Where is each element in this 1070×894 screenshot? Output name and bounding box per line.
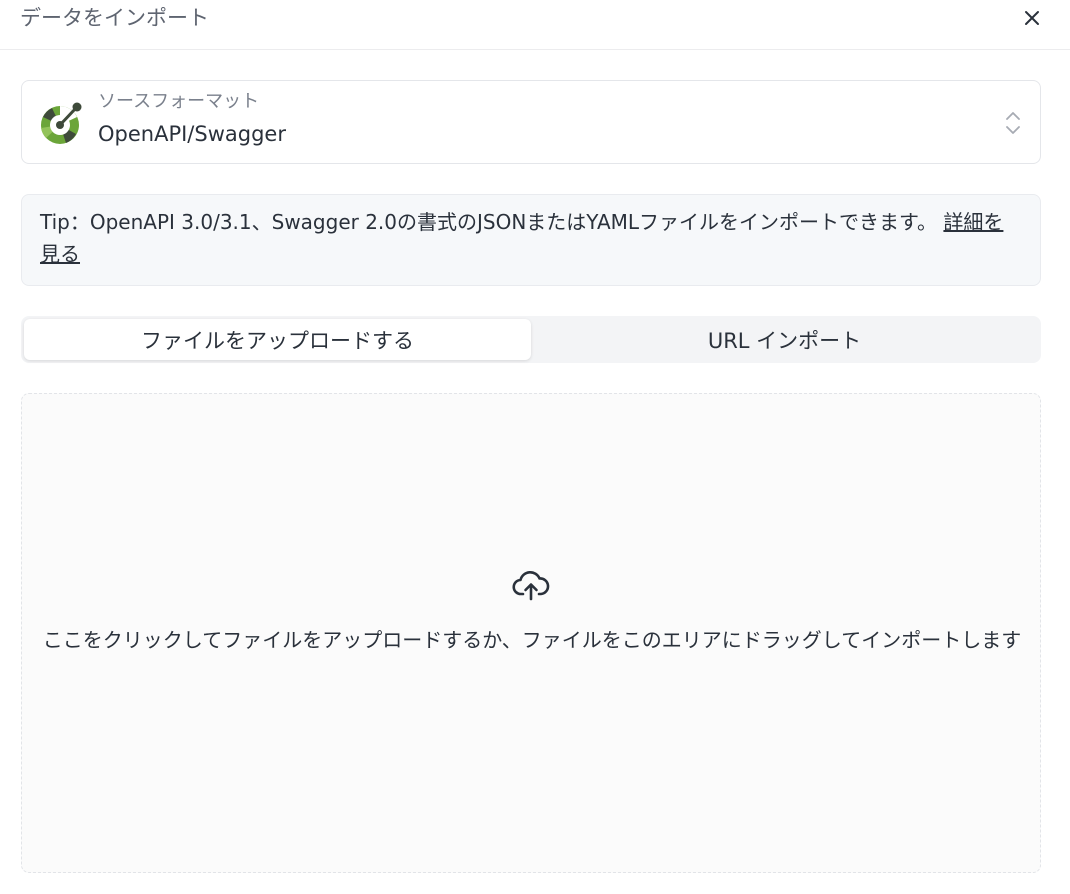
tip-box: Tip：OpenAPI 3.0/3.1、Swagger 2.0の書式のJSONま…	[21, 194, 1041, 286]
file-dropzone[interactable]: ここをクリックしてファイルをアップロードするか、ファイルをこのエリアにドラッグし…	[21, 393, 1041, 873]
source-format-label: ソースフォーマット	[98, 91, 260, 112]
dropzone-instructions: ここをクリックしてファイルをアップロードするか、ファイルをこのエリアにドラッグし…	[42, 628, 1022, 652]
dialog-header: データをインポート	[0, 0, 1070, 50]
import-method-tabs: ファイルをアップロードする URL インポート	[21, 316, 1041, 363]
openapi-logo-icon	[41, 102, 82, 144]
source-format-select[interactable]: ソースフォーマット OpenAPI/Swagger	[21, 80, 1041, 164]
close-icon	[1025, 11, 1039, 25]
cloud-upload-icon	[512, 571, 550, 601]
chevron-up-down-icon	[1006, 112, 1020, 134]
tab-url-import[interactable]: URL インポート	[531, 319, 1038, 360]
tip-text: Tip：OpenAPI 3.0/3.1、Swagger 2.0の書式のJSONま…	[40, 210, 944, 234]
import-data-dialog: データをインポート ソースフォーマット OpenAPI/Swagger Tip：…	[0, 0, 1070, 894]
source-format-value: OpenAPI/Swagger	[98, 122, 286, 146]
dialog-title: データをインポート	[20, 6, 209, 30]
close-button[interactable]	[1020, 6, 1044, 30]
tab-upload-file[interactable]: ファイルをアップロードする	[24, 319, 531, 360]
